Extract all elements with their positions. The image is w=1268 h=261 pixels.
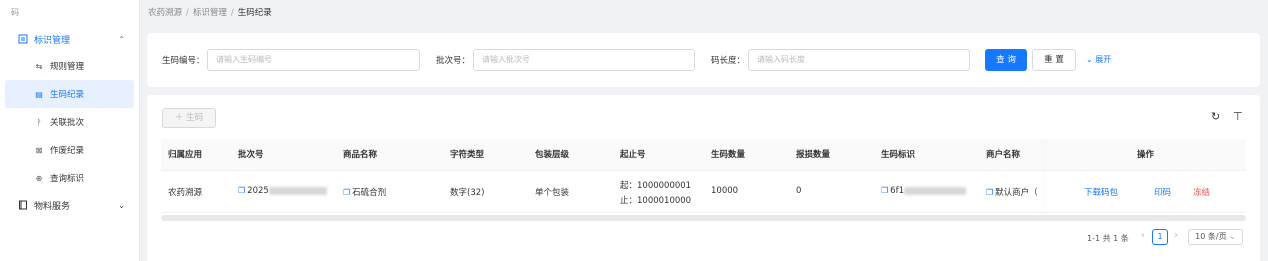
column-height-icon[interactable]: ⊤ <box>1233 110 1243 123</box>
prev-page-icon[interactable]: ‹ <box>1141 230 1145 241</box>
column-header: 归属应用 <box>168 150 203 160</box>
sidebar-item-label: 规则管理 <box>50 62 85 72</box>
generate-code-button[interactable]: ＋ 生码 <box>162 108 216 128</box>
sidebar-item-rules[interactable]: ⇆ 规则管理 <box>0 52 139 80</box>
pagination-summary: 1-1 共 1 条 <box>1087 234 1129 243</box>
column-header: 商户名称 <box>986 150 1021 160</box>
column-header: 起止号 <box>620 150 646 160</box>
sidebar-item-label: 关联批次 <box>50 118 85 128</box>
product-name: 石硫合剂 <box>352 188 387 198</box>
cell-end-number: 止：1000010000 <box>620 196 692 206</box>
copy-icon[interactable]: ❐ <box>238 186 245 195</box>
expand-label: 展开 <box>1095 55 1112 64</box>
fixed-column-shadow <box>1047 139 1048 213</box>
copy-icon[interactable]: ❐ <box>881 186 888 195</box>
column-header: 字符类型 <box>450 150 485 160</box>
print-code-link[interactable]: 印码 <box>1154 186 1171 198</box>
column-header: 商品名称 <box>343 150 378 160</box>
sidebar-item-label: 查询标识 <box>50 174 85 184</box>
sidebar-group-label: 标识管理 <box>34 35 71 46</box>
sidebar-item-label: 作废纪录 <box>50 146 85 156</box>
code-number-label: 生码编号： <box>162 56 205 66</box>
code-length-input[interactable]: 请输入码长度 <box>748 49 970 71</box>
breadcrumb-current: 生码纪录 <box>237 8 272 18</box>
chevron-down-icon: ⌄ <box>1229 232 1236 241</box>
cell-batch: ❐ 2025 <box>238 186 327 196</box>
cell-gen-count: 10000 <box>711 186 739 196</box>
chevron-down-icon: ⌄ <box>1086 55 1093 64</box>
horizontal-scrollbar[interactable] <box>161 215 1246 221</box>
records-panel: ＋ 生码 ↻ ⊤ 归属应用 批次号 商品名称 字符类型 包装层级 起止号 生码数… <box>147 95 1260 261</box>
search-icon: ⊕ <box>35 173 43 183</box>
breadcrumb-item[interactable]: 标识管理 <box>193 8 227 18</box>
refresh-icon[interactable]: ↻ <box>1211 110 1220 123</box>
column-header: 包装层级 <box>535 150 570 160</box>
cell-loss-count: 0 <box>796 186 802 196</box>
cell-code-id: ❐ 6f1 <box>881 186 966 196</box>
sidebar-group-materials[interactable]: 物料服务 ⌄ <box>0 192 139 218</box>
sidebar-item-void-records[interactable]: ⊠ 作废纪录 <box>0 136 139 164</box>
sidebar-item-batch-link[interactable]: ᚹ 关联批次 <box>0 108 139 136</box>
reset-button[interactable]: 重 置 <box>1032 49 1076 71</box>
code-number-input[interactable]: 请输入生码编号 <box>207 49 420 71</box>
materials-icon <box>18 200 28 210</box>
table-row: 农药溯源 ❐ 2025 ❐ 石硫合剂 数字(32) 单个包装 起：100000000… <box>161 171 1246 213</box>
link-icon: ᚹ <box>36 117 42 127</box>
freeze-link[interactable]: 冻结 <box>1193 186 1210 198</box>
masked-text <box>903 186 966 195</box>
sidebar-group-label: 物料服务 <box>34 201 71 212</box>
column-header: 批次号 <box>238 150 264 160</box>
identity-icon <box>18 34 28 44</box>
chevron-up-icon: ⌃ <box>118 34 125 44</box>
download-package-link[interactable]: 下载码包 <box>1084 186 1118 198</box>
record-icon: ▤ <box>35 89 43 99</box>
sidebar-app-label: 码 <box>11 8 19 17</box>
merchant-name: 默认商户（ <box>995 188 1038 198</box>
sidebar: 码 标识管理 ⌃ ⇆ 规则管理 ▤ 生码纪录 ᚹ 关联批次 ⊠ 作废纪录 ⊕ 查… <box>0 0 140 261</box>
cell-product: ❐ 石硫合剂 <box>343 186 386 198</box>
page-size-value: 10 条/页 <box>1195 232 1227 241</box>
page-size-select[interactable]: 10 条/页 ⌄ <box>1188 229 1243 245</box>
code-length-label: 码长度： <box>711 56 746 66</box>
cell-pack-level: 单个包装 <box>535 188 570 198</box>
copy-icon[interactable]: ❐ <box>343 188 350 197</box>
rules-icon: ⇆ <box>35 61 43 71</box>
page-1-button[interactable]: 1 <box>1152 229 1168 245</box>
column-header: 生码数量 <box>711 150 746 160</box>
query-button[interactable]: 查 询 <box>985 49 1027 71</box>
sidebar-item-records[interactable]: ▤ 生码纪录 <box>5 80 134 108</box>
batch-number: 2025 <box>247 186 269 196</box>
cell-start-number: 起：1000000001 <box>620 181 692 191</box>
code-id: 6f1 <box>890 186 904 196</box>
sidebar-item-label: 生码纪录 <box>50 90 85 100</box>
column-header: 操作 <box>1137 150 1155 160</box>
column-header: 生码标识 <box>881 150 916 160</box>
sidebar-item-query[interactable]: ⊕ 查询标识 <box>0 164 139 192</box>
next-page-icon[interactable]: › <box>1174 230 1178 241</box>
table-header: 归属应用 批次号 商品名称 字符类型 包装层级 起止号 生码数量 报损数量 生码… <box>161 139 1246 171</box>
breadcrumb: 农药溯源 / 标识管理 / 生码纪录 <box>148 8 272 18</box>
void-icon: ⊠ <box>35 145 43 155</box>
chevron-down-icon: ⌄ <box>118 200 125 210</box>
masked-text <box>268 186 327 195</box>
cell-app: 农药溯源 <box>168 188 203 198</box>
cell-char-type: 数字(32) <box>450 188 485 198</box>
sidebar-group-identity[interactable]: 标识管理 ⌃ <box>0 26 139 52</box>
expand-toggle[interactable]: ⌄ 展开 <box>1086 54 1111 65</box>
breadcrumb-item[interactable]: 农药溯源 <box>148 8 182 18</box>
search-panel: 生码编号： 请输入生码编号 批次号： 请输入批次号 码长度： 请输入码长度 查 … <box>147 33 1260 87</box>
column-header: 报损数量 <box>796 150 831 160</box>
copy-icon[interactable]: ❐ <box>986 188 993 197</box>
batch-number-label: 批次号： <box>436 56 471 66</box>
batch-number-input[interactable]: 请输入批次号 <box>473 49 695 71</box>
